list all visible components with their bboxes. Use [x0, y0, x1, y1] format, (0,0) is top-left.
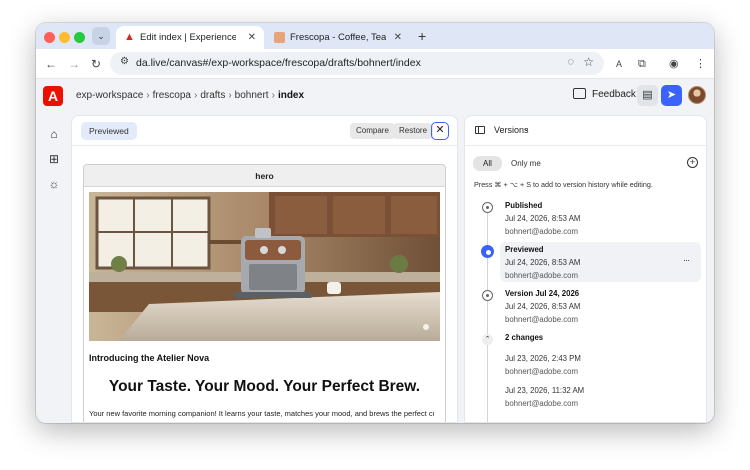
- version-dot-icon: [482, 290, 493, 301]
- back-icon[interactable]: ←: [45, 56, 57, 72]
- version-date: Jul 24, 2026, 8:53 AM: [505, 214, 581, 223]
- restore-button[interactable]: Restore: [393, 123, 434, 139]
- version-date: Jul 24, 2026, 8:53 AM: [505, 302, 581, 311]
- change-date[interactable]: Jul 23, 2026, 2:43 PM: [505, 354, 581, 363]
- panel-toggle-icon[interactable]: [475, 126, 485, 134]
- forward-icon[interactable]: →: [68, 56, 80, 72]
- adobe-logo[interactable]: A: [43, 86, 63, 106]
- close-window-button[interactable]: [44, 32, 55, 43]
- breadcrumb-item[interactable]: bohnert: [235, 90, 269, 101]
- editor-panel: Previewed Compare Restore ✕ hero Introdu…: [71, 115, 458, 423]
- change-user: bohnert@adobe.com: [505, 399, 578, 408]
- puzzle-icon[interactable]: ⧉: [638, 56, 646, 72]
- hero-headline[interactable]: Your Taste. Your Mood. Your Perfect Brew…: [84, 378, 445, 396]
- browser-window: ⌄ ▲ Edit index | Experience Workspace ✕ …: [36, 23, 714, 423]
- reload-icon[interactable]: ↻: [91, 56, 101, 72]
- changes-group[interactable]: ⌃ 2 changes Jul 23, 2026, 2:43 PM bohner…: [465, 330, 706, 420]
- close-icon[interactable]: ✕: [394, 26, 402, 49]
- profile-icon[interactable]: ◉: [669, 56, 679, 72]
- filter-only-me-button[interactable]: Only me: [511, 156, 541, 171]
- hero-image[interactable]: [89, 192, 440, 341]
- tab-frescopa[interactable]: Frescopa - Coffee, Tea & Accessories ✕: [266, 26, 410, 49]
- app-header: A exp-workspace › frescopa › drafts › bohnert ›…: [36, 80, 714, 114]
- version-name: Previewed: [505, 245, 544, 254]
- kitchen-espresso-image: [89, 192, 440, 341]
- intro-text[interactable]: Introducing the Atelier Nova: [89, 353, 209, 363]
- close-icon[interactable]: ✕: [431, 122, 449, 140]
- bookmark-star-icon[interactable]: ☆: [583, 55, 594, 69]
- send-icon[interactable]: ➤: [661, 85, 682, 106]
- tab-title: Frescopa - Coffee, Tea & Accessories: [290, 32, 386, 43]
- version-name: Version Jul 24, 2026: [505, 289, 580, 298]
- close-icon[interactable]: ✕: [248, 26, 256, 49]
- breadcrumb-item[interactable]: exp-workspace: [76, 90, 143, 101]
- maximize-window-button[interactable]: [74, 32, 85, 43]
- changes-label: 2 changes: [505, 333, 544, 342]
- chevron-down-icon[interactable]: ⌄: [523, 124, 530, 133]
- extension-icon[interactable]: A: [616, 56, 622, 72]
- breadcrumb-item[interactable]: drafts: [200, 90, 225, 101]
- tab-search-icon[interactable]: ⌄: [92, 27, 110, 45]
- version-entry[interactable]: Published Jul 24, 2026, 8:53 AM bohnert@…: [465, 198, 706, 242]
- add-version-icon[interactable]: +: [687, 157, 698, 168]
- home-icon[interactable]: ⌂: [47, 127, 61, 141]
- change-date[interactable]: Jul 23, 2026, 11:32 AM: [505, 386, 584, 395]
- breadcrumb: exp-workspace › frescopa › drafts › bohnert › in…: [76, 90, 305, 101]
- editor-toolbar: Previewed Compare Restore ✕: [72, 116, 457, 146]
- version-current-icon: [481, 245, 494, 258]
- browser-toolbar: ← → ↻ ⚙ da.live/canvas#/exp-workspace/fr…: [36, 49, 714, 79]
- version-user: bohnert@adobe.com: [505, 227, 578, 236]
- more-options-icon[interactable]: ···: [683, 255, 690, 265]
- tab-edit-index[interactable]: ▲ Edit index | Experience Workspace ✕: [116, 26, 264, 49]
- feedback-icon: [573, 88, 586, 99]
- hero-block[interactable]: hero Introducing the Atelier Nova Your T…: [83, 164, 446, 422]
- document-icon[interactable]: ▤: [637, 85, 658, 106]
- version-date: Jul 24, 2026, 8:53 AM: [505, 258, 581, 267]
- address-bar[interactable]: ⚙ da.live/canvas#/exp-workspace/frescopa…: [110, 52, 604, 75]
- feedback-button[interactable]: Feedback: [573, 88, 636, 100]
- site-settings-icon[interactable]: ⚙: [120, 56, 129, 67]
- version-hint: Press ⌘ + ⌥ + S to add to version histor…: [474, 180, 653, 189]
- version-dot-icon: [482, 202, 493, 213]
- breadcrumb-current: index: [277, 90, 305, 101]
- url-text: da.live/canvas#/exp-workspace/frescopa/d…: [136, 57, 421, 69]
- eye-off-icon[interactable]: ◌: [567, 56, 574, 68]
- minimize-window-button[interactable]: [59, 32, 70, 43]
- tab-title: Edit index | Experience Workspace: [140, 32, 236, 43]
- version-entry[interactable]: Previewed Jul 24, 2026, 8:53 AM bohnert@…: [465, 242, 706, 282]
- filter-all-button[interactable]: All: [473, 156, 502, 171]
- version-entry[interactable]: Version Jul 24, 2026 Jul 24, 2026, 8:53 …: [465, 286, 706, 330]
- feedback-label: Feedback: [592, 89, 636, 100]
- tab-strip: ⌄ ▲ Edit index | Experience Workspace ✕ …: [36, 23, 714, 49]
- avatar[interactable]: [688, 86, 706, 104]
- breadcrumb-item[interactable]: frescopa: [153, 90, 191, 101]
- hero-body-text[interactable]: Your new favorite morning companion! It …: [89, 409, 434, 419]
- version-user: bohnert@adobe.com: [505, 271, 578, 280]
- menu-icon[interactable]: ⋮: [695, 56, 706, 72]
- change-user: bohnert@adobe.com: [505, 367, 578, 376]
- status-badge: Previewed: [81, 122, 137, 140]
- compare-button[interactable]: Compare: [350, 123, 395, 139]
- versions-header: Versions ⌄: [465, 116, 706, 146]
- lightbulb-icon[interactable]: ☼: [47, 177, 61, 191]
- version-user: bohnert@adobe.com: [505, 315, 578, 324]
- blocks-icon[interactable]: ⊞: [47, 152, 61, 166]
- new-tab-icon[interactable]: +: [418, 27, 426, 45]
- version-name: Published: [505, 201, 543, 210]
- block-label: hero: [84, 165, 445, 187]
- frescopa-favicon: [274, 32, 285, 43]
- adobe-icon: ▲: [124, 31, 135, 43]
- versions-panel: Versions ⌄ All Only me + Press ⌘ + ⌥ + S…: [464, 115, 707, 423]
- chevron-up-icon[interactable]: ⌃: [482, 334, 493, 345]
